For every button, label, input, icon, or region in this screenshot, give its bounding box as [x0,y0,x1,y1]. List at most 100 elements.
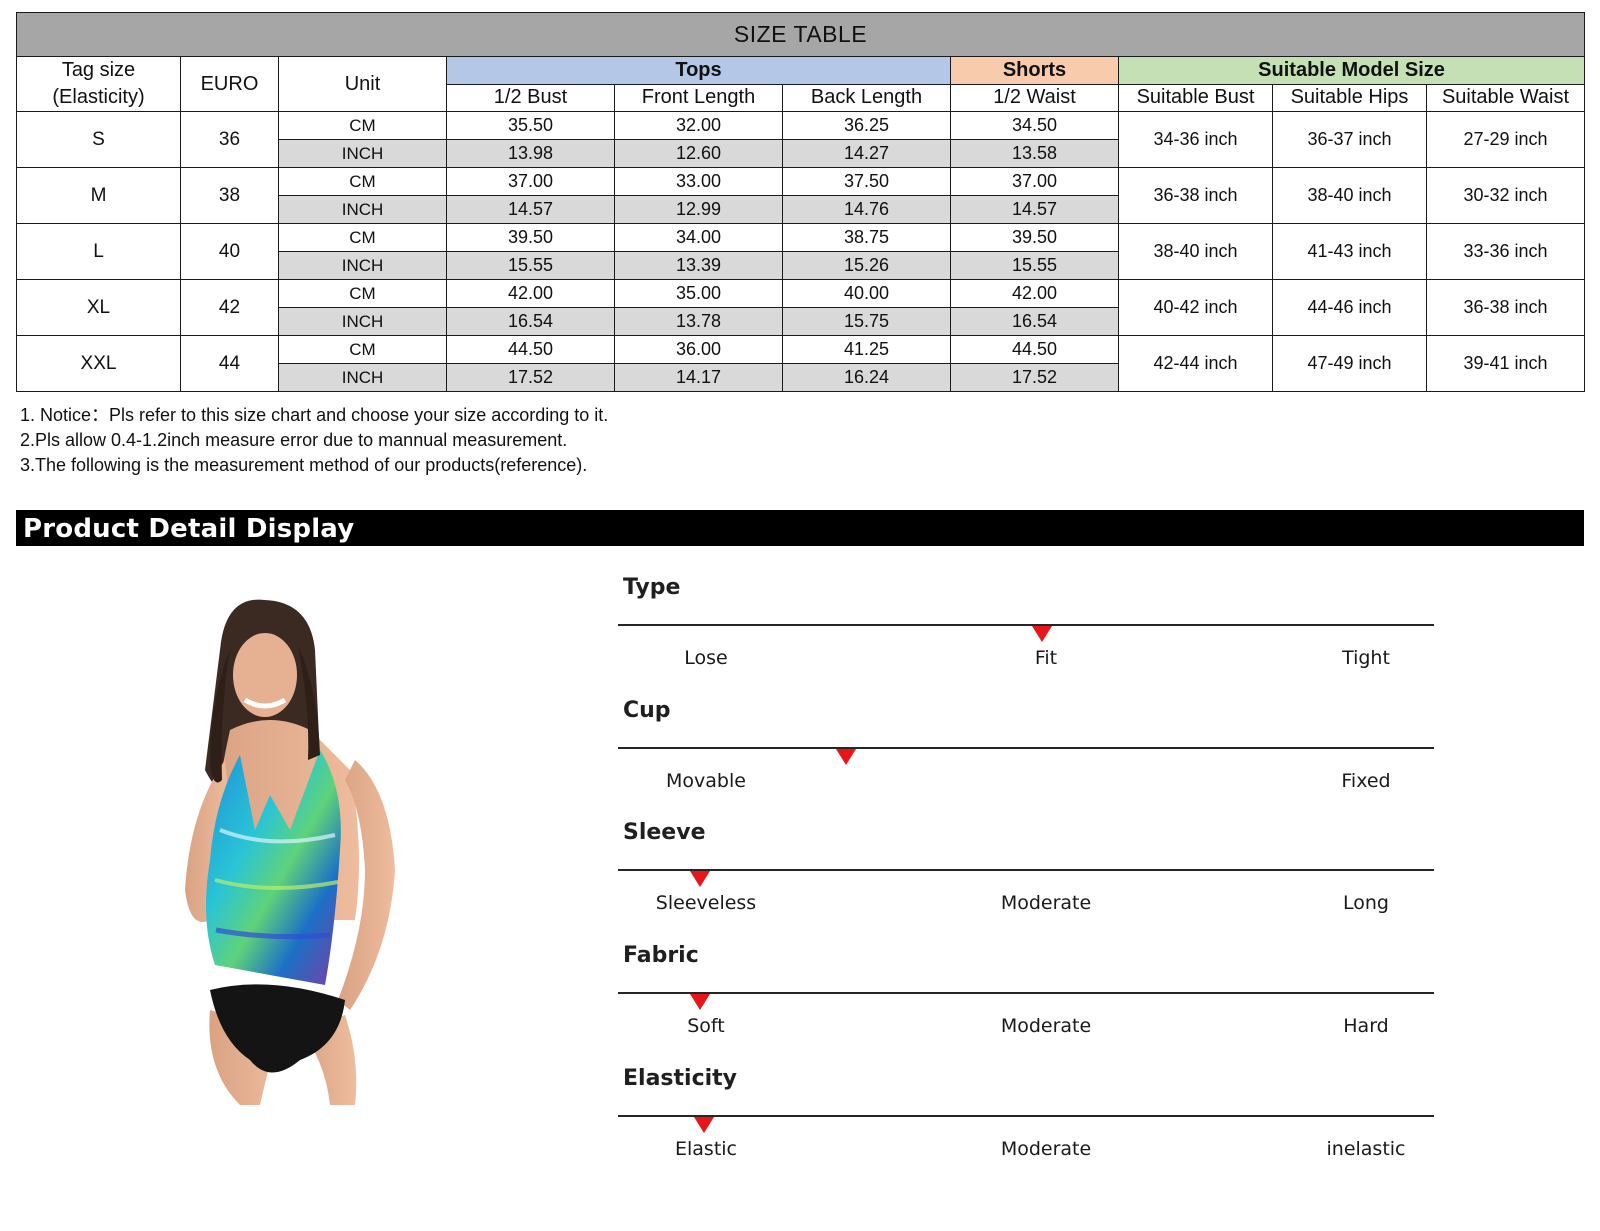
header-tops-group: Tops [446,56,951,85]
euro-size: 42 [180,279,279,336]
waist-inch: 16.54 [950,307,1119,336]
attribute-scale-label: Fixed [1341,769,1391,792]
attribute-scale-label: Tight [1342,647,1390,669]
attribute-scale-line [618,746,1434,749]
unit-cm: CM [278,167,447,196]
attribute-title: Cup [623,697,671,723]
front-length-cm: 35.00 [614,279,783,308]
front-length-cm: 34.00 [614,223,783,252]
header-suitable-hips: Suitable Hips [1272,83,1427,112]
attribute-scale-label: Moderate [1000,892,1092,915]
unit-cm: CM [278,279,447,308]
attribute-title: Type [623,575,681,600]
attribute-scale-line [618,869,1434,872]
header-tag-size-line1: Tag size [61,59,136,81]
unit-inch: INCH [278,363,447,392]
attribute-level-marker [693,1116,714,1133]
attribute-scale-label: Fit [1034,647,1058,669]
back-length-inch: 15.75 [782,307,951,336]
bust-inch: 16.54 [446,307,615,336]
note-line: 2.Pls allow 0.4-1.2inch measure error du… [20,430,568,450]
size-label: M [16,167,181,224]
waist-cm: 42.00 [950,279,1119,308]
bust-cm: 44.50 [446,335,615,364]
bust-inch: 17.52 [446,363,615,392]
attribute-scale-label: Hard [1343,1015,1389,1038]
attribute-scale-label: Movable [666,769,746,792]
back-length-inch: 14.76 [782,195,951,224]
size-table-title: SIZE TABLE [15,12,1586,57]
suitable-bust: 40-42 inch [1118,279,1273,336]
suitable-waist: 27-29 inch [1425,111,1586,168]
back-length-cm: 38.75 [782,223,951,252]
attribute-scale-label: Elastic [674,1137,738,1160]
waist-cm: 39.50 [950,223,1119,252]
suitable-bust: 42-44 inch [1118,335,1273,392]
bust-cm: 42.00 [446,279,615,308]
header-suitable-bust: Suitable Bust [1118,83,1273,112]
attribute-scale-label: Moderate [1000,1015,1092,1038]
attribute-level-marker [689,994,710,1011]
suitable-hips: 36-37 inch [1272,111,1427,168]
size-label: L [16,223,181,280]
header-tag-size: Tag size (Elasticity) [16,56,181,112]
table-row: XL 42 CM 42.00 35.00 40.00 42.00 40-42 inch 44-4… [16,279,1586,336]
header-bust: 1/2 Bust [446,83,615,112]
waist-inch: 17.52 [950,363,1119,392]
attribute-level-marker [689,871,710,888]
header-model-group: Suitable Model Size [1117,56,1586,85]
header-back-length: Back Length [782,83,951,112]
size-label: XL [16,279,181,336]
front-length-cm: 36.00 [614,335,783,364]
table-row: S 36 CM 35.50 32.00 36.25 34.50 34-36 inch 36-37… [16,111,1586,168]
header-euro: EURO [180,56,279,112]
table-row: XXL 44 CM 44.50 36.00 41.25 44.50 42-44 inch 47-… [16,335,1586,392]
note-line: 1. Notice：Pls refer to this size chart a… [20,405,609,425]
bust-cm: 35.50 [446,111,615,140]
euro-size: 38 [180,167,279,224]
back-length-cm: 36.25 [782,111,951,140]
suitable-waist: 36-38 inch [1425,279,1586,336]
front-length-cm: 33.00 [614,167,783,196]
back-length-inch: 14.27 [782,139,951,168]
header-shorts-group: Shorts [950,56,1119,85]
waist-cm: 34.50 [950,111,1119,140]
detail-banner: Product Detail Display [16,510,1584,546]
unit-inch: INCH [278,251,447,280]
attribute-scale-label: Moderate [1000,1137,1092,1160]
suitable-waist: 39-41 inch [1425,335,1586,392]
euro-size: 44 [180,335,279,392]
header-waist: 1/2 Waist [950,83,1119,112]
unit-inch: INCH [278,195,447,224]
suitable-bust: 38-40 inch [1118,223,1273,280]
size-label: S [16,111,181,168]
waist-inch: 14.57 [950,195,1119,224]
header-tag-size-line2: (Elasticity) [52,86,145,108]
suitable-hips: 38-40 inch [1272,167,1427,224]
suitable-bust: 34-36 inch [1118,111,1273,168]
header-front-length: Front Length [614,83,783,112]
attribute-title: Sleeve [623,820,706,846]
header-suitable-waist: Suitable Waist [1425,83,1586,112]
attribute-scale-line [618,1114,1434,1117]
back-length-cm: 41.25 [782,335,951,364]
header-unit: Unit [278,56,447,112]
table-row: M 38 CM 37.00 33.00 37.50 37.00 36-38 inch 38-40… [16,167,1586,224]
suitable-hips: 44-46 inch [1272,279,1427,336]
euro-size: 36 [180,111,279,168]
bust-inch: 14.57 [446,195,615,224]
euro-size: 40 [180,223,279,280]
attribute-scale-line [618,624,1434,626]
attribute-scale-label: Sleeveless [655,892,757,915]
unit-inch: INCH [278,307,447,336]
attribute-title: Elasticity [623,1065,738,1091]
front-length-inch: 13.39 [614,251,783,280]
front-length-inch: 12.99 [614,195,783,224]
front-length-cm: 32.00 [614,111,783,140]
size-table-body: S 36 CM 35.50 32.00 36.25 34.50 34-36 inch 36-37… [16,111,1586,392]
attribute-level-marker [836,748,857,765]
suitable-waist: 33-36 inch [1425,223,1586,280]
unit-cm: CM [278,223,447,252]
model-photo [185,599,395,1105]
attribute-level-marker [1032,626,1053,642]
